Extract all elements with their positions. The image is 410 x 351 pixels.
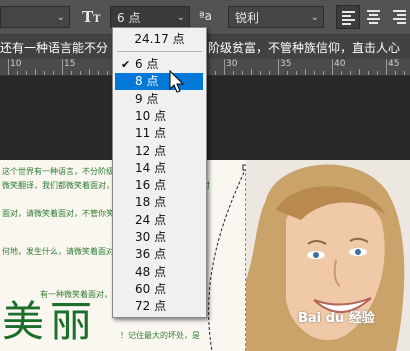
- font-size-select[interactable]: 6 点 ⌄: [110, 6, 190, 28]
- font-size-dropdown[interactable]: 24.17 点 ✔ 6 点 8 点 9 点 10 点 11 点 12 点 14 点 16 点 18…: [112, 27, 207, 318]
- ruler-number: 35: [280, 59, 292, 69]
- font-size-option[interactable]: 9 点: [115, 91, 203, 108]
- font-size-option-label: 24 点: [135, 212, 167, 227]
- ruler-tick: [89, 69, 90, 75]
- ruler-tick: [8, 59, 9, 75]
- font-size-option[interactable]: 8 点: [115, 73, 203, 91]
- font-size-option[interactable]: 36 点: [115, 246, 203, 263]
- font-size-option[interactable]: 24 点: [115, 212, 203, 229]
- checkmark-icon: ✔: [121, 58, 131, 71]
- ruler-tick: [386, 59, 387, 75]
- ruler-number: 30: [226, 59, 238, 69]
- font-size-option-label: 72 点: [135, 299, 167, 314]
- ruler-tick: [71, 71, 72, 75]
- ruler-tick: [323, 71, 324, 75]
- ruler-tick: [44, 71, 45, 75]
- current-size-value: 24.17 点: [134, 32, 185, 46]
- ruler-tick: [269, 71, 270, 75]
- ruler-tick: [26, 71, 27, 75]
- ruler-tick: [341, 71, 342, 75]
- font-size-option-label: 11 点: [135, 126, 167, 141]
- ruler-tick: [332, 59, 333, 75]
- ruler-tick: [350, 71, 351, 75]
- font-size-option-label: 16 点: [135, 178, 167, 193]
- font-size-option[interactable]: 60 点: [115, 281, 203, 298]
- ruler-tick: [215, 71, 216, 75]
- document-text-left: 还有一种语言能不分: [0, 41, 109, 55]
- ruler-tick: [107, 71, 108, 75]
- font-size-option[interactable]: 18 点: [115, 194, 203, 211]
- font-size-option[interactable]: 14 点: [115, 160, 203, 177]
- font-size-option-label: 60 点: [135, 281, 167, 296]
- ruler-number: 45: [388, 59, 400, 69]
- ruler-tick: [404, 71, 405, 75]
- ruler-tick: [98, 71, 99, 75]
- ruler-tick: [224, 59, 225, 75]
- font-size-option[interactable]: 16 点: [115, 177, 203, 194]
- antialias-select[interactable]: 锐利 ⌄: [228, 6, 324, 28]
- ruler-tick: [314, 71, 315, 75]
- chevron-down-icon: ⌄: [56, 12, 65, 23]
- font-size-option-label: 18 点: [135, 195, 167, 210]
- ruler-tick: [35, 69, 36, 75]
- align-right-button[interactable]: [388, 5, 410, 29]
- ruler-number: 40: [334, 59, 346, 69]
- font-size-option[interactable]: 12 点: [115, 143, 203, 160]
- chevron-down-icon: ⌄: [176, 12, 185, 23]
- ruler-tick: [368, 71, 369, 75]
- ruler-tick: [359, 69, 360, 75]
- font-size-option-label: 9 点: [135, 91, 159, 106]
- font-size-option-label: 10 点: [135, 108, 167, 123]
- ruler-tick: [251, 69, 252, 75]
- ruler-tick: [305, 69, 306, 75]
- document-text-right: 阶级贫富，不管种族信仰，直击人心: [208, 41, 401, 55]
- font-style-select[interactable]: ⌄: [0, 6, 70, 28]
- align-center-button[interactable]: [362, 5, 386, 29]
- font-size-option[interactable]: 48 点: [115, 264, 203, 281]
- chevron-down-icon: ⌄: [310, 12, 319, 23]
- align-left-button[interactable]: [336, 5, 360, 29]
- font-size-option-label: 8 点: [135, 74, 159, 89]
- font-size-option[interactable]: 11 点: [115, 125, 203, 142]
- font-size-option-label: 36 点: [135, 247, 167, 262]
- font-size-option[interactable]: ✔ 6 点: [115, 56, 203, 73]
- ruler-tick: [62, 59, 63, 75]
- font-size-option-label: 14 点: [135, 160, 167, 175]
- ruler-tick: [287, 71, 288, 75]
- ruler-tick: [260, 71, 261, 75]
- ruler-tick: [17, 71, 18, 75]
- ruler-tick: [278, 59, 279, 75]
- ruler-number: 15: [64, 59, 76, 69]
- ruler-tick: [53, 71, 54, 75]
- font-size-option[interactable]: 30 点: [115, 229, 203, 246]
- ruler-tick: [242, 71, 243, 75]
- font-size-option[interactable]: 72 点: [115, 298, 203, 315]
- ruler-tick: [377, 71, 378, 75]
- font-size-option-label: 6 点: [135, 57, 159, 71]
- font-size-option-label: 12 点: [135, 143, 167, 158]
- ruler-tick: [233, 71, 234, 75]
- antialias-value: 锐利: [235, 11, 260, 25]
- font-size-option-label: 48 点: [135, 264, 167, 279]
- mouse-cursor-icon: [169, 69, 185, 93]
- baidu-watermark: Bai du 经验: [298, 311, 375, 326]
- dropdown-separator: [117, 51, 202, 52]
- font-size-option[interactable]: 10 点: [115, 108, 203, 125]
- ruler-tick: [80, 71, 81, 75]
- antialias-icon: ªa: [199, 9, 213, 23]
- text-orientation-icon[interactable]: TT: [82, 8, 101, 26]
- ruler-number: 10: [10, 59, 22, 69]
- ruler-tick: [395, 71, 396, 75]
- font-size-value: 6 点: [117, 11, 141, 25]
- font-size-option-label: 30 点: [135, 230, 167, 244]
- ruler-tick: [296, 71, 297, 75]
